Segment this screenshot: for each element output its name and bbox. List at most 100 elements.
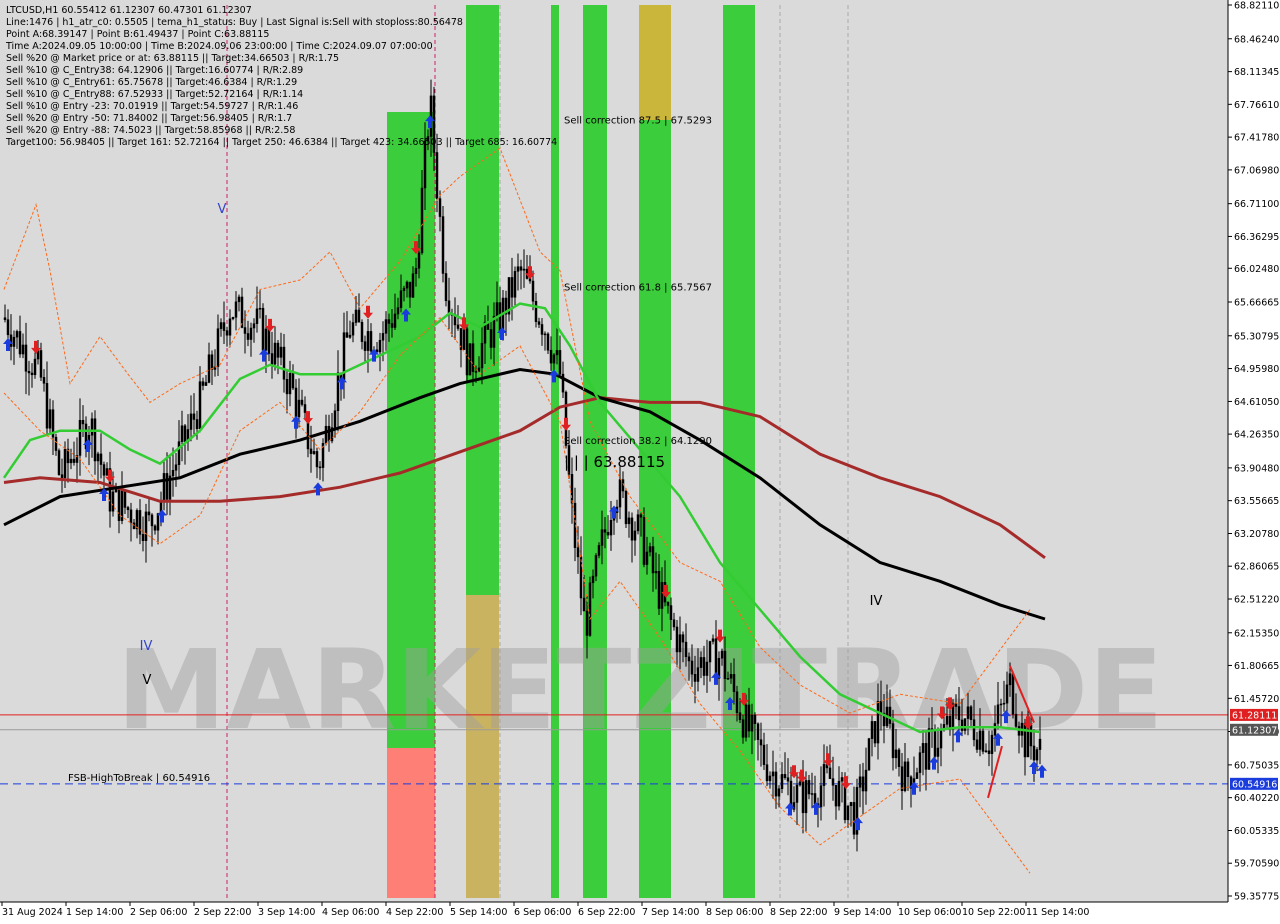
y-tick-label: 66.71100 bbox=[1234, 199, 1279, 210]
candle-body bbox=[594, 555, 598, 577]
candle-body bbox=[960, 719, 964, 731]
x-tick-label: 6 Sep 22:00 bbox=[578, 907, 635, 918]
candle-body bbox=[870, 721, 874, 739]
candle-body bbox=[522, 268, 526, 271]
candle-body bbox=[1005, 684, 1009, 704]
candle-body bbox=[897, 749, 901, 767]
candle-body bbox=[894, 749, 898, 759]
y-tick-label: 64.26350 bbox=[1234, 430, 1279, 441]
price-chart[interactable]: MARKETZITRADESell correction 87.5 | 67.5… bbox=[0, 0, 1280, 920]
candle-body bbox=[72, 458, 76, 463]
candle-body bbox=[357, 309, 361, 323]
signal-band bbox=[466, 5, 499, 595]
candle-body bbox=[903, 761, 907, 791]
candle-body bbox=[6, 319, 10, 336]
candle-body bbox=[966, 706, 970, 719]
candle-body bbox=[543, 333, 547, 336]
candle-body bbox=[795, 784, 799, 803]
candle-body bbox=[801, 781, 805, 814]
candle-body bbox=[276, 342, 280, 358]
candle-body bbox=[636, 514, 640, 532]
info-line: Point A:68.39147 | Point B:61.49437 | Po… bbox=[6, 29, 269, 40]
candle-body bbox=[222, 322, 226, 331]
candle-body bbox=[693, 673, 697, 682]
candle-body bbox=[750, 714, 754, 732]
x-tick-label: 10 Sep 22:00 bbox=[962, 907, 1025, 918]
candle-body bbox=[579, 556, 583, 599]
candle-body bbox=[588, 582, 592, 636]
candle-body bbox=[747, 704, 751, 732]
signal-band bbox=[723, 5, 755, 898]
candle-body bbox=[774, 771, 778, 797]
candle-body bbox=[438, 198, 442, 217]
candle-body bbox=[39, 350, 43, 378]
x-tick-label: 9 Sep 14:00 bbox=[834, 907, 891, 918]
annotation-label: Sell correction 87.5 | 67.5293 bbox=[564, 116, 712, 127]
x-tick-label: 4 Sep 22:00 bbox=[386, 907, 443, 918]
candle-body bbox=[984, 750, 988, 752]
candle-body bbox=[57, 450, 61, 475]
wave-label: IV bbox=[870, 594, 883, 609]
candle-body bbox=[69, 458, 73, 464]
candle-body bbox=[570, 474, 574, 504]
candle-body bbox=[381, 333, 385, 341]
candle-body bbox=[648, 546, 652, 553]
y-tick-label: 62.86065 bbox=[1234, 562, 1279, 573]
y-tick-label: 65.66665 bbox=[1234, 298, 1279, 309]
candle-body bbox=[492, 315, 496, 348]
candle-body bbox=[846, 805, 850, 821]
candle-body bbox=[285, 379, 289, 395]
candle-body bbox=[699, 657, 703, 668]
candle-body bbox=[300, 399, 304, 405]
candle-body bbox=[921, 743, 925, 753]
candle-body bbox=[840, 777, 844, 782]
candle-body bbox=[462, 328, 466, 351]
y-tick-label: 63.55665 bbox=[1234, 496, 1279, 507]
candle bbox=[465, 324, 469, 382]
candle-body bbox=[279, 346, 283, 358]
candle-body bbox=[495, 302, 499, 317]
candle-body bbox=[987, 750, 991, 754]
candle-body bbox=[3, 317, 7, 320]
info-line: Sell %20 @ Entry -88: 74.5023 || Target:… bbox=[6, 125, 295, 136]
candle-body bbox=[93, 418, 97, 462]
candle-body bbox=[42, 377, 46, 384]
candle-body bbox=[798, 781, 802, 786]
candle-body bbox=[537, 321, 541, 325]
candle-body bbox=[171, 470, 175, 477]
candle-body bbox=[99, 453, 103, 465]
candle-body bbox=[981, 730, 985, 752]
info-line: Line:1476 | h1_atr_c0: 0.5505 | tema_h1_… bbox=[6, 17, 463, 28]
candle-body bbox=[519, 266, 523, 271]
candle-body bbox=[318, 466, 322, 469]
candle-body bbox=[189, 413, 193, 430]
y-tick-label: 64.61050 bbox=[1234, 397, 1279, 408]
chart-area[interactable]: MARKETZITRADE Sell correction 87.5 | 67.5… bbox=[0, 0, 1280, 920]
candle-body bbox=[60, 474, 64, 478]
y-tick-label: 68.82110 bbox=[1234, 1, 1279, 12]
candle-body bbox=[294, 387, 298, 418]
price-tag-label: 61.28111 bbox=[1232, 710, 1277, 721]
candle bbox=[261, 303, 265, 354]
candle-body bbox=[123, 490, 127, 508]
candle-body bbox=[684, 641, 688, 658]
candle-body bbox=[654, 571, 658, 574]
candle-body bbox=[474, 371, 478, 373]
candle-body bbox=[312, 451, 316, 454]
candle-body bbox=[591, 575, 595, 584]
candle-body bbox=[345, 332, 349, 338]
candle-body bbox=[756, 723, 760, 740]
candle-body bbox=[1014, 713, 1018, 727]
candle-body bbox=[510, 277, 514, 298]
candle-body bbox=[315, 451, 319, 468]
candle-body bbox=[21, 344, 25, 355]
candle-body bbox=[96, 453, 100, 462]
candle-body bbox=[783, 774, 787, 778]
candle bbox=[588, 576, 592, 637]
candle-body bbox=[90, 418, 94, 436]
candle-body bbox=[273, 342, 277, 365]
candle-body bbox=[30, 372, 34, 376]
candle-body bbox=[759, 739, 763, 746]
y-tick-label: 68.46240 bbox=[1234, 34, 1279, 45]
candle-body bbox=[471, 343, 475, 372]
